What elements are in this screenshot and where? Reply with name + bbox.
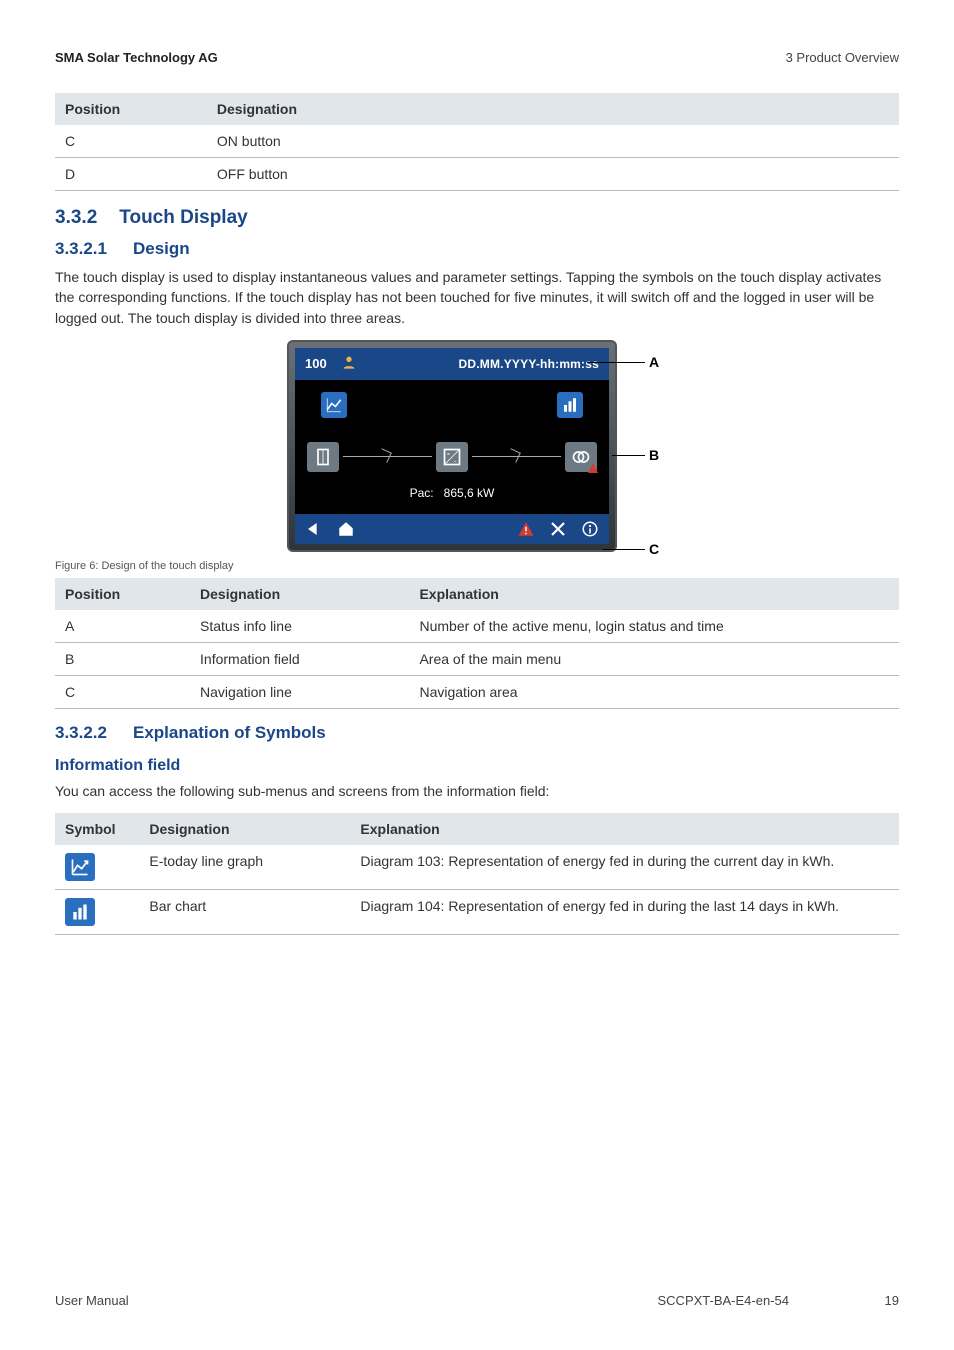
svg-text:~: ~ xyxy=(454,460,457,466)
table-row: E-today line graph Diagram 103: Represen… xyxy=(55,845,899,890)
line-graph-icon[interactable] xyxy=(321,392,347,418)
bar-chart-icon xyxy=(65,898,95,926)
header-company: SMA Solar Technology AG xyxy=(55,50,218,65)
figure-caption: Figure 6: Design of the touch display xyxy=(55,560,899,572)
callout-line xyxy=(603,549,645,550)
paragraph-design: The touch display is used to display ins… xyxy=(55,267,899,328)
pac-readout: Pac: 865,6 kW xyxy=(295,480,609,514)
cell-designation: Information field xyxy=(190,642,409,675)
heading-number: 3.3.2.2 xyxy=(55,723,107,743)
cell-explanation: Diagram 103: Representation of energy fe… xyxy=(350,845,899,890)
heading-332: 3.3.2 Touch Display xyxy=(55,207,899,229)
warning-icon[interactable] xyxy=(517,520,535,538)
cell-position: C xyxy=(55,125,207,158)
heading-3321: 3.3.2.1 Design xyxy=(55,239,899,259)
cell-position: C xyxy=(55,675,190,708)
heading-info-field: Information field xyxy=(55,757,899,775)
table-row: D OFF button xyxy=(55,158,899,191)
wire-icon xyxy=(343,452,432,462)
footer-page-number: 19 xyxy=(885,1293,899,1308)
page-header: SMA Solar Technology AG 3 Product Overvi… xyxy=(55,50,899,65)
dc-source-icon[interactable] xyxy=(307,442,339,472)
table-row: C Navigation line Navigation area xyxy=(55,675,899,708)
callout-c: C xyxy=(649,541,659,557)
info-icon[interactable] xyxy=(581,520,599,538)
cell-position: B xyxy=(55,642,190,675)
th-symbol: Symbol xyxy=(55,813,139,845)
figure-touch-display: 100 DD.MM.YYYY-hh:mm:ss xyxy=(55,340,899,552)
inverter-icon[interactable]: =~ xyxy=(436,442,468,472)
cell-symbol xyxy=(55,890,139,935)
th-explanation: Explanation xyxy=(409,578,899,610)
callout-line xyxy=(587,362,645,363)
th-designation: Designation xyxy=(190,578,409,610)
line-graph-icon xyxy=(65,853,95,881)
cell-explanation: Area of the main menu xyxy=(409,642,899,675)
heading-number: 3.3.2.1 xyxy=(55,239,107,259)
cell-designation: Navigation line xyxy=(190,675,409,708)
device-frame: 100 DD.MM.YYYY-hh:mm:ss xyxy=(287,340,617,552)
cell-explanation: Number of the active menu, login status … xyxy=(409,610,899,643)
device-screen: 100 DD.MM.YYYY-hh:mm:ss xyxy=(295,348,609,544)
heading-3322: 3.3.2.2 Explanation of Symbols xyxy=(55,723,899,743)
cell-designation: OFF button xyxy=(207,158,899,191)
th-position: Position xyxy=(55,93,207,125)
callout-a: A xyxy=(649,354,659,370)
cell-designation: ON button xyxy=(207,125,899,158)
tools-icon[interactable] xyxy=(549,520,567,538)
th-position: Position xyxy=(55,578,190,610)
callout-b: B xyxy=(649,447,659,463)
heading-title: Design xyxy=(133,239,190,258)
heading-number: 3.3.2 xyxy=(55,207,97,229)
back-arrow-icon[interactable] xyxy=(305,521,323,537)
cell-designation: E-today line graph xyxy=(139,845,350,890)
footer-center: SCCPXT-BA-E4-en-54 xyxy=(658,1293,790,1308)
cell-designation: Bar chart xyxy=(139,890,350,935)
table-symbols: Symbol Designation Explanation E-today l… xyxy=(55,813,899,935)
bar-chart-icon[interactable] xyxy=(557,392,583,418)
table-row: C ON button xyxy=(55,125,899,158)
home-icon[interactable] xyxy=(337,520,355,538)
callout-line xyxy=(612,455,645,456)
menu-number: 100 xyxy=(305,356,327,371)
cell-position: D xyxy=(55,158,207,191)
header-section: 3 Product Overview xyxy=(786,50,899,65)
information-field-icons xyxy=(295,380,609,422)
navigation-line xyxy=(295,514,609,544)
cell-explanation: Diagram 104: Representation of energy fe… xyxy=(350,890,899,935)
svg-text:=: = xyxy=(447,452,450,458)
cell-symbol xyxy=(55,845,139,890)
paragraph-info: You can access the following sub-menus a… xyxy=(55,781,899,801)
table-areas: Position Designation Explanation A Statu… xyxy=(55,578,899,709)
pac-value: 865,6 kW xyxy=(444,486,495,500)
heading-title: Explanation of Symbols xyxy=(133,723,326,742)
status-info-line[interactable]: 100 DD.MM.YYYY-hh:mm:ss xyxy=(295,348,609,380)
grid-icon[interactable] xyxy=(565,442,597,472)
page-footer: User Manual SCCPXT-BA-E4-en-54 19 xyxy=(55,1293,899,1308)
heading-title: Touch Display xyxy=(119,207,247,228)
table-position-designation: Position Designation C ON button D OFF b… xyxy=(55,93,899,191)
datetime-label: DD.MM.YYYY-hh:mm:ss xyxy=(459,357,599,371)
th-designation: Designation xyxy=(139,813,350,845)
th-designation: Designation xyxy=(207,93,899,125)
table-row: B Information field Area of the main men… xyxy=(55,642,899,675)
cell-designation: Status info line xyxy=(190,610,409,643)
cell-position: A xyxy=(55,610,190,643)
user-icon xyxy=(341,354,357,373)
footer-left: User Manual xyxy=(55,1293,129,1308)
pac-label: Pac: xyxy=(410,486,434,500)
wire-icon xyxy=(472,452,561,462)
flow-diagram: =~ xyxy=(295,422,609,480)
table-row: Bar chart Diagram 104: Representation of… xyxy=(55,890,899,935)
th-explanation: Explanation xyxy=(350,813,899,845)
table-row: A Status info line Number of the active … xyxy=(55,610,899,643)
cell-explanation: Navigation area xyxy=(409,675,899,708)
